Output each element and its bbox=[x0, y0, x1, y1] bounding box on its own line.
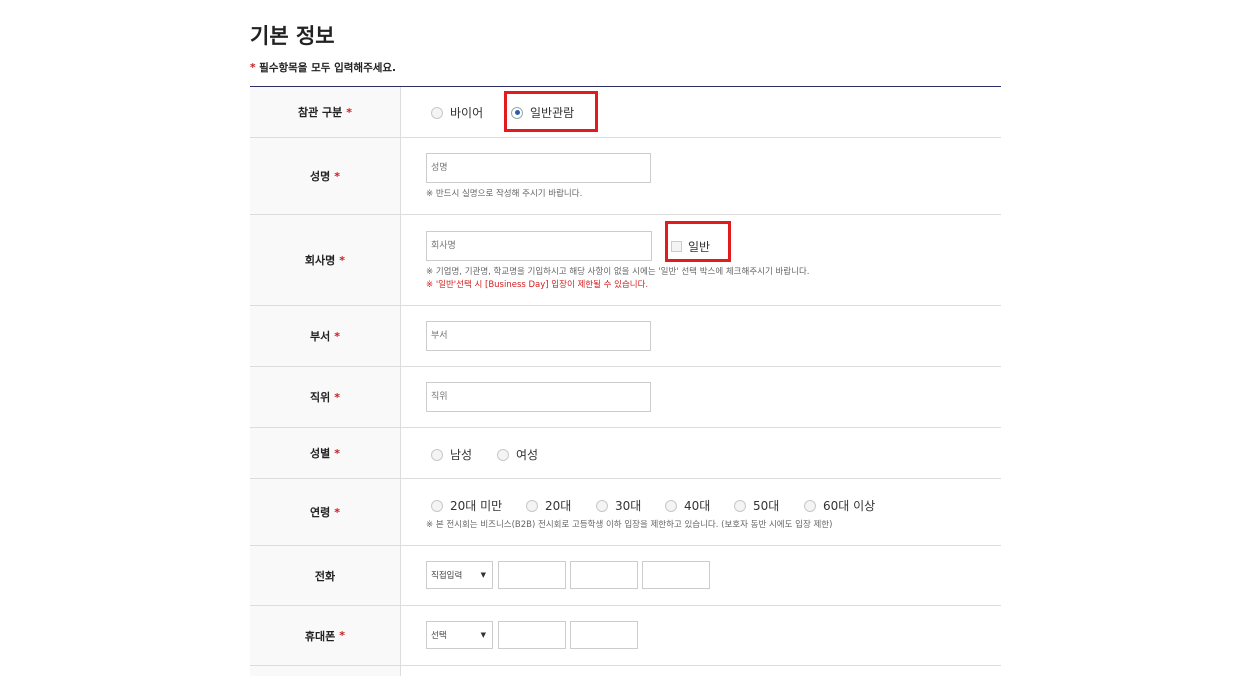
radio-age-20s[interactable]: 20대 bbox=[526, 497, 571, 514]
highlight-box bbox=[504, 91, 598, 132]
radio-age-40s[interactable]: 40대 bbox=[665, 497, 710, 514]
label-visitor-type: 참관 구분 * bbox=[250, 87, 401, 137]
row-visitor-type: 참관 구분 * 바이어 일반관람 bbox=[250, 87, 1001, 138]
radio-icon bbox=[804, 499, 816, 512]
radio-age-30s[interactable]: 30대 bbox=[596, 497, 641, 514]
label-mobile: 휴대폰 * bbox=[250, 606, 401, 665]
required-note: * 필수항목을 모두 입력해주세요. bbox=[250, 62, 397, 74]
row-age: 연령 * 20대 미만 20대 30대 40대 50대 60대 이상 ※ 본 전시… bbox=[250, 479, 1001, 546]
row-position: 직위 * bbox=[250, 367, 1001, 428]
radio-buyer[interactable]: 바이어 bbox=[431, 104, 483, 121]
row-name: 성명* ※ 반드시 실명으로 작성해 주시기 바랍니다. bbox=[250, 138, 1001, 215]
radio-icon bbox=[431, 448, 443, 461]
row-phone: 전화 직접입력 ▼ bbox=[250, 546, 1001, 606]
mobile-part-1-input[interactable] bbox=[498, 621, 566, 649]
radio-female[interactable]: 여성 bbox=[497, 446, 538, 463]
label-gender: 성별 * bbox=[250, 428, 401, 478]
radio-icon bbox=[734, 499, 746, 512]
phone-part-3-input[interactable] bbox=[642, 561, 710, 589]
radio-icon bbox=[596, 499, 608, 512]
row-next bbox=[250, 666, 1001, 676]
dropdown-arrow-icon: ▼ bbox=[480, 631, 486, 639]
label-company: 회사명 * bbox=[250, 215, 401, 305]
radio-icon bbox=[526, 499, 538, 512]
label-age: 연령 * bbox=[250, 479, 401, 545]
position-input[interactable] bbox=[426, 382, 651, 412]
label-department: 부서 * bbox=[250, 306, 401, 366]
row-gender: 성별 * 남성 여성 bbox=[250, 428, 1001, 479]
radio-icon bbox=[431, 499, 443, 512]
radio-age-50s[interactable]: 50대 bbox=[734, 497, 779, 514]
phone-area-select[interactable]: 직접입력 ▼ bbox=[426, 561, 493, 589]
phone-part-2-input[interactable] bbox=[570, 561, 638, 589]
label-next bbox=[250, 666, 401, 676]
mobile-part-2-input[interactable] bbox=[570, 621, 638, 649]
name-input[interactable] bbox=[426, 153, 651, 183]
mobile-prefix-select[interactable]: 선택 ▼ bbox=[426, 621, 493, 649]
radio-icon bbox=[497, 448, 509, 461]
company-input[interactable] bbox=[426, 231, 652, 261]
age-help: ※ 본 전시회는 비즈니스(B2B) 전시회로 고등학생 이하 입장을 제한하고… bbox=[426, 520, 833, 530]
radio-male[interactable]: 남성 bbox=[431, 446, 472, 463]
label-name: 성명 * bbox=[250, 138, 401, 214]
department-input[interactable] bbox=[426, 321, 651, 351]
company-help: ※ 기업명, 기관명, 학교명을 기입하시고 해당 사항이 없을 시에는 '일반… bbox=[426, 267, 810, 277]
label-phone: 전화 bbox=[250, 546, 401, 605]
row-company: 회사명* 일반 ※ 기업명, 기관명, 학교명을 기입하시고 해당 사항이 없을… bbox=[250, 215, 1001, 306]
name-help: ※ 반드시 실명으로 작성해 주시기 바랍니다. bbox=[426, 189, 583, 199]
row-department: 부서 * bbox=[250, 306, 1001, 367]
radio-age-60s-plus[interactable]: 60대 이상 bbox=[804, 497, 875, 514]
row-mobile: 휴대폰 * 선택 ▼ bbox=[250, 606, 1001, 666]
dropdown-arrow-icon: ▼ bbox=[480, 571, 486, 579]
phone-part-1-input[interactable] bbox=[498, 561, 566, 589]
radio-icon bbox=[665, 499, 677, 512]
page-title: 기본 정보 bbox=[250, 24, 335, 48]
company-warning: ※ '일반'선택 시 [Business Day] 입장이 제한될 수 있습니다… bbox=[426, 280, 649, 290]
highlight-box bbox=[665, 221, 731, 262]
radio-age-under-20[interactable]: 20대 미만 bbox=[431, 497, 502, 514]
label-position: 직위 * bbox=[250, 367, 401, 427]
radio-icon bbox=[431, 106, 443, 119]
